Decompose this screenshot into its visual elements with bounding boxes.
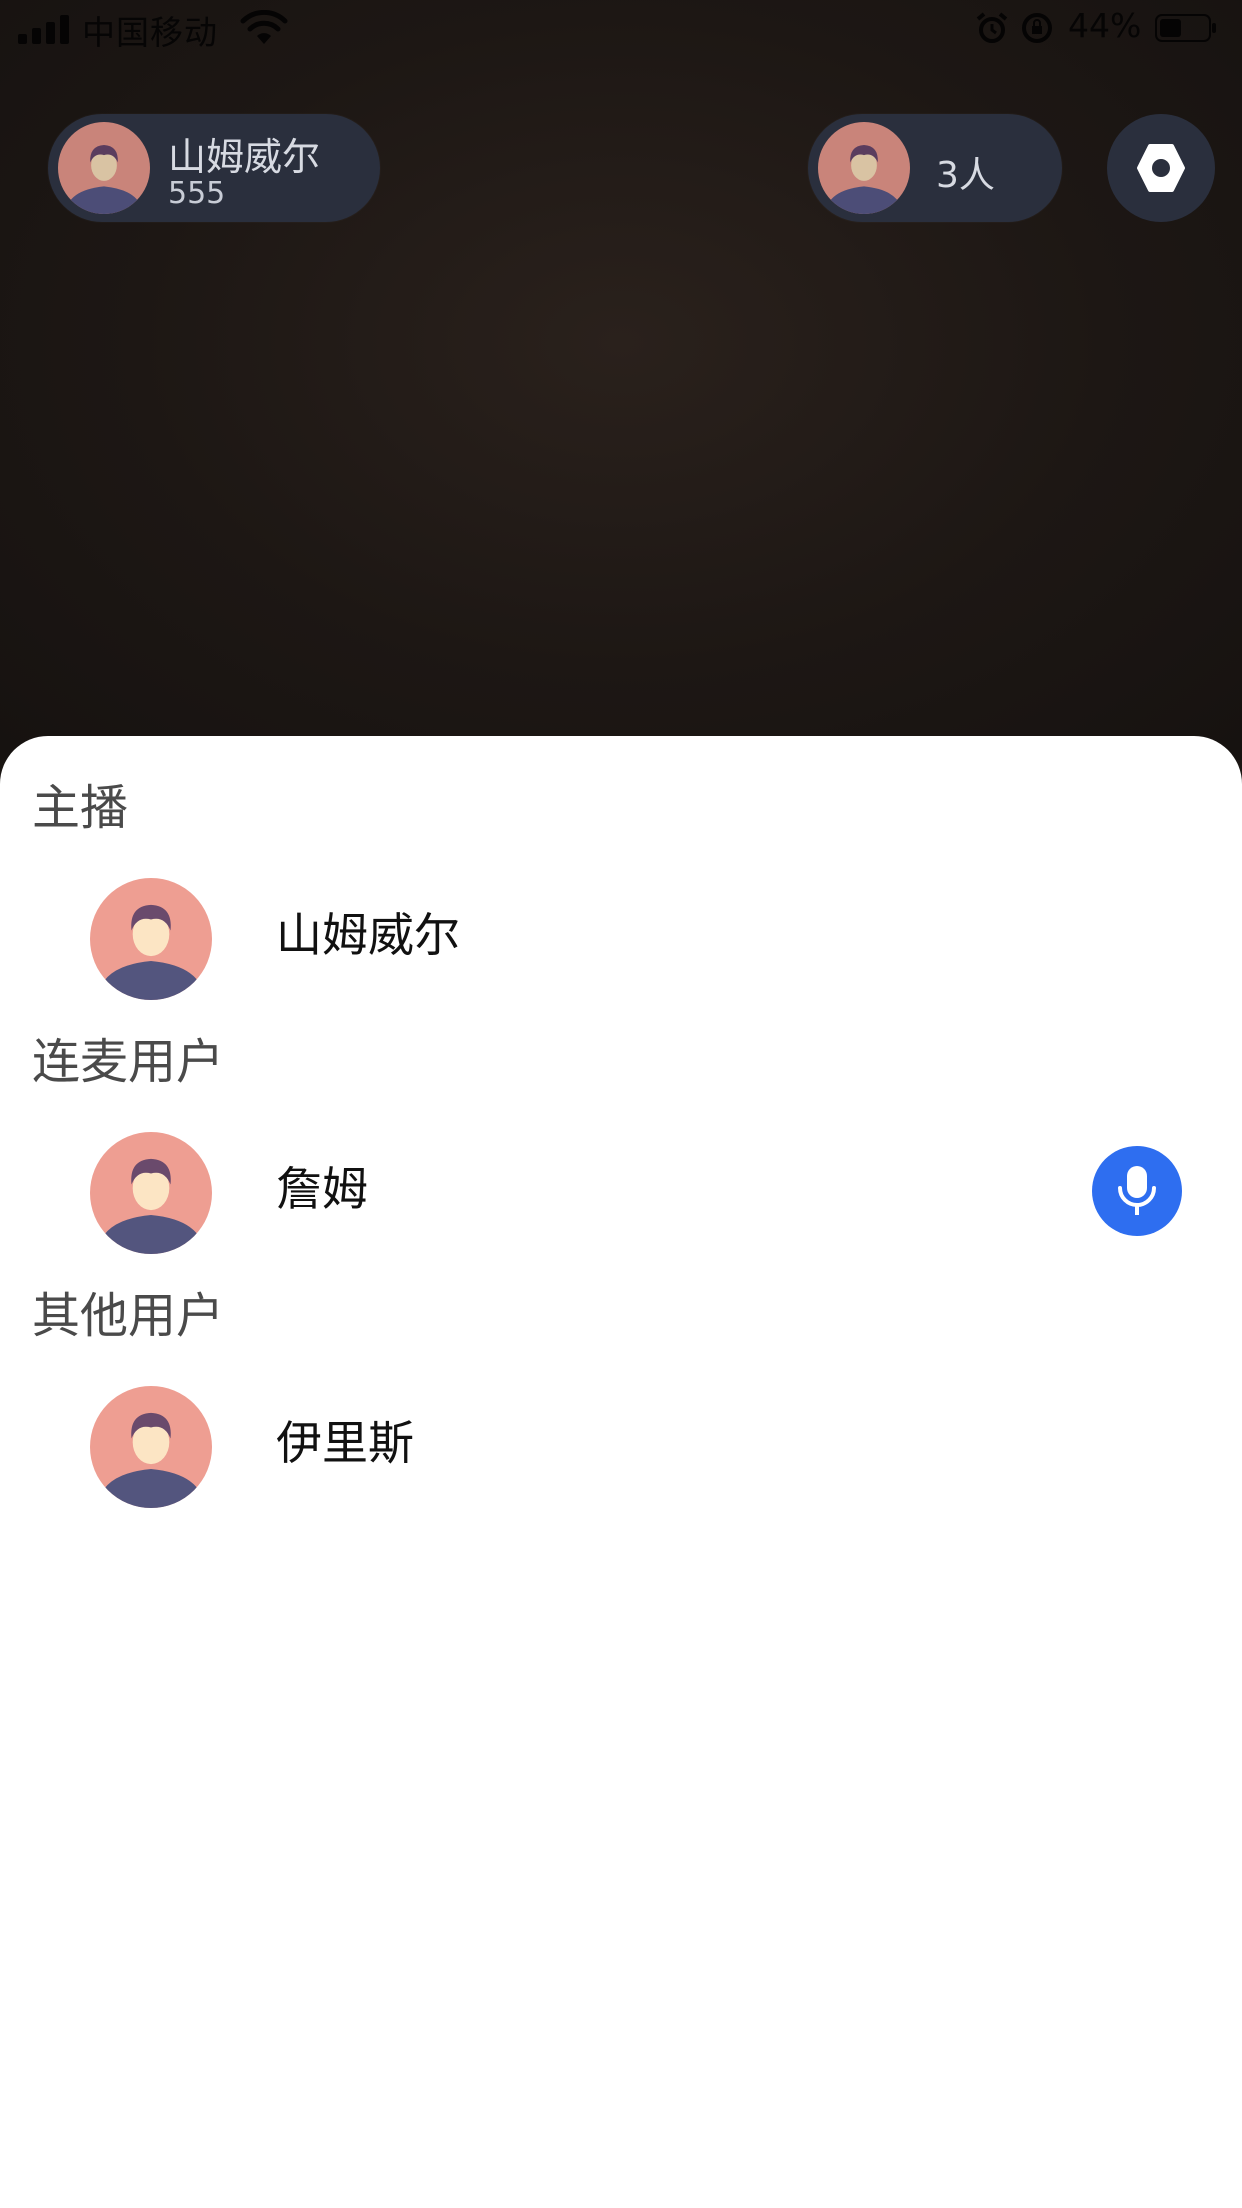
list-item[interactable]: 詹姆: [0, 1132, 1242, 1254]
user-name: 伊里斯: [276, 1416, 414, 1470]
orientation-lock-icon: [1022, 13, 1052, 43]
list-item[interactable]: 伊里斯: [0, 1386, 1242, 1508]
host-info-pill[interactable]: 山姆威尔 555: [48, 114, 380, 222]
microphone-button[interactable]: [1092, 1146, 1182, 1236]
microphone-icon: [1118, 1166, 1156, 1215]
status-bar: 中国移动 44%: [0, 0, 1242, 58]
host-count: 555: [168, 176, 226, 211]
section-title-others: 其他用户: [32, 1288, 225, 1344]
host-name: 山姆威尔: [168, 135, 321, 179]
carrier-name: 中国移动: [82, 13, 218, 52]
user-list-sheet: 主播 山姆威尔 连麦用户 詹姆 其他用户 伊里斯: [0, 736, 1242, 2208]
user-avatar: [90, 1132, 212, 1254]
section-title-host: 主播: [32, 780, 129, 836]
audience-avatar: [818, 122, 910, 214]
user-avatar: [90, 1386, 212, 1508]
audience-pill[interactable]: 3人: [808, 114, 1062, 222]
list-item[interactable]: 山姆威尔: [0, 878, 1242, 1000]
battery-percent: 44%: [1068, 6, 1142, 45]
user-avatar: [90, 878, 212, 1000]
alarm-icon: [976, 12, 1008, 43]
section-title-co-hosts: 连麦用户: [32, 1034, 225, 1090]
user-name: 山姆威尔: [276, 908, 460, 962]
signal-icon: [18, 14, 70, 44]
host-avatar: [58, 122, 150, 214]
wifi-icon: [240, 10, 288, 44]
settings-hexagon-icon: [1137, 144, 1185, 192]
battery-icon: [1155, 14, 1216, 42]
user-name: 詹姆: [276, 1162, 368, 1216]
settings-button[interactable]: [1107, 114, 1215, 222]
audience-count: 3人: [936, 155, 995, 196]
